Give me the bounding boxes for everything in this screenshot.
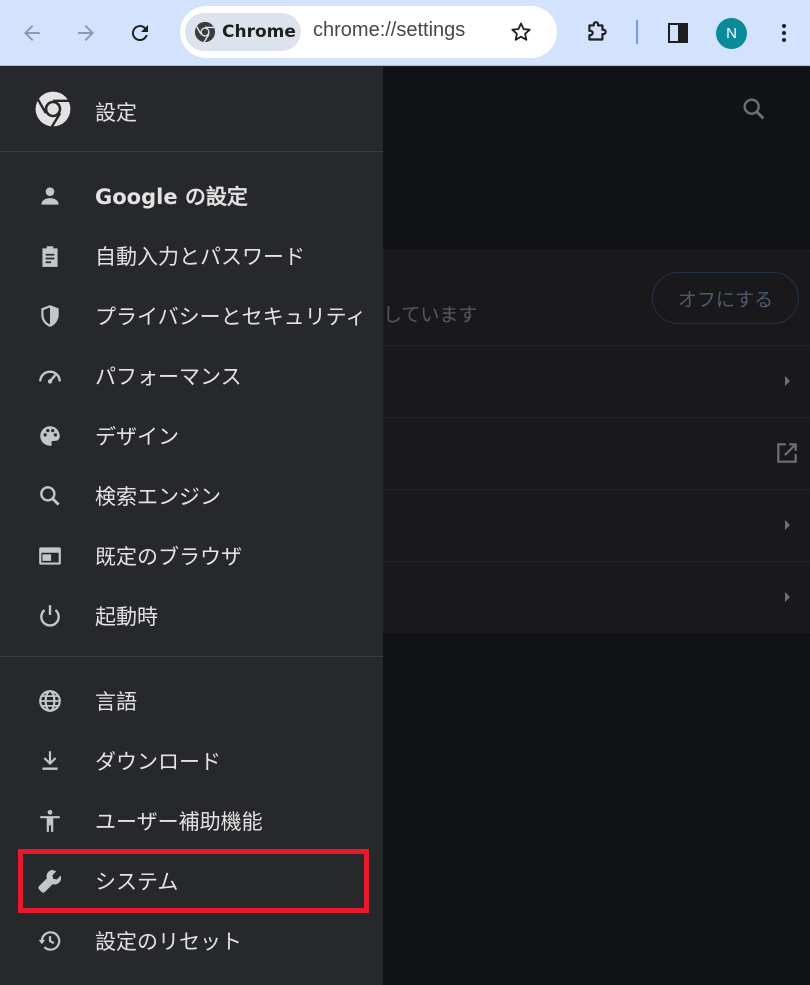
palette-icon bbox=[36, 422, 64, 450]
puzzle-icon bbox=[588, 21, 607, 41]
highlight-box bbox=[18, 849, 369, 913]
nav-label: ユーザー補助機能 bbox=[95, 810, 263, 834]
chrome-logo-icon bbox=[194, 21, 216, 43]
chip-label: Chrome bbox=[222, 22, 296, 42]
bookmark-button[interactable] bbox=[501, 12, 541, 52]
settings-search-button[interactable] bbox=[740, 95, 768, 127]
accessibility-icon bbox=[36, 807, 64, 835]
download-icon bbox=[36, 747, 64, 775]
star-icon bbox=[511, 22, 531, 41]
nav-label: 設定のリセット bbox=[95, 930, 242, 954]
power-icon bbox=[36, 602, 64, 630]
reload-button[interactable] bbox=[120, 13, 160, 53]
url-text[interactable]: chrome://settings bbox=[313, 19, 465, 42]
browser-window-icon bbox=[36, 542, 64, 570]
menu-button[interactable] bbox=[764, 13, 804, 53]
settings-nav-drawer: 設定 Google の設定 自動入力とパスワード プライバシーとセキュリティ パ… bbox=[0, 67, 383, 985]
chrome-logo-icon bbox=[35, 91, 71, 128]
more-vert-icon bbox=[782, 24, 786, 42]
nav-label: デザイン bbox=[95, 425, 179, 449]
nav-item-default-browser[interactable]: 既定のブラウザ bbox=[0, 527, 383, 583]
nav-item-search-engine[interactable]: 検索エンジン bbox=[0, 467, 383, 523]
globe-icon bbox=[36, 687, 64, 715]
chevron-right-icon[interactable] bbox=[782, 589, 794, 605]
arrow-right-icon bbox=[78, 25, 94, 41]
nav-label: 自動入力とパスワード bbox=[95, 245, 305, 269]
row-divider bbox=[383, 561, 810, 562]
nav-label: 既定のブラウザ bbox=[95, 545, 242, 569]
extensions-button[interactable] bbox=[577, 13, 617, 53]
shield-icon bbox=[36, 302, 64, 330]
profile-avatar[interactable]: N bbox=[716, 18, 747, 49]
drawer-header: 設定 bbox=[0, 67, 383, 152]
chrome-chip[interactable]: Chrome bbox=[185, 13, 301, 51]
nav-item-performance[interactable]: パフォーマンス bbox=[0, 347, 383, 403]
chevron-right-icon[interactable] bbox=[782, 373, 794, 389]
forward-button[interactable] bbox=[66, 13, 106, 53]
turn-off-button[interactable]: オフにする bbox=[652, 272, 799, 324]
speedometer-icon bbox=[36, 362, 64, 390]
drawer-title: 設定 bbox=[95, 101, 137, 125]
row-divider bbox=[383, 489, 810, 490]
search-icon bbox=[743, 98, 765, 120]
nav-item-downloads[interactable]: ダウンロード bbox=[0, 732, 383, 788]
status-text: しています bbox=[383, 304, 478, 326]
nav-item-privacy[interactable]: プライバシーとセキュリティ bbox=[0, 287, 383, 343]
person-icon bbox=[36, 182, 64, 210]
nav-label: プライバシーとセキュリティ bbox=[95, 305, 367, 329]
nav-item-appearance[interactable]: デザイン bbox=[0, 407, 383, 463]
nav-item-google[interactable]: Google の設定 bbox=[0, 167, 383, 223]
reload-icon bbox=[131, 25, 148, 42]
browser-toolbar: Chrome chrome://settings N bbox=[0, 0, 810, 66]
history-icon bbox=[36, 927, 64, 955]
nav-item-accessibility[interactable]: ユーザー補助機能 bbox=[0, 792, 383, 848]
row-divider bbox=[383, 345, 810, 346]
side-panel-icon bbox=[668, 23, 688, 43]
nav-item-reset-settings[interactable]: 設定のリセット bbox=[0, 912, 383, 968]
nav-label: Google の設定 bbox=[95, 185, 248, 209]
toolbar-separator bbox=[636, 20, 638, 44]
nav-label: 起動時 bbox=[95, 605, 158, 629]
search-icon bbox=[36, 482, 64, 510]
nav-label: 検索エンジン bbox=[95, 485, 221, 509]
nav-label: 言語 bbox=[95, 690, 137, 714]
back-button[interactable] bbox=[12, 13, 52, 53]
row-divider bbox=[383, 417, 810, 418]
arrow-left-icon bbox=[24, 25, 40, 41]
section-divider bbox=[0, 656, 383, 657]
nav-label: ダウンロード bbox=[95, 750, 221, 774]
nav-label: パフォーマンス bbox=[95, 365, 242, 389]
open-in-new-icon[interactable] bbox=[774, 440, 800, 466]
chevron-right-icon[interactable] bbox=[782, 517, 794, 533]
nav-item-autofill[interactable]: 自動入力とパスワード bbox=[0, 227, 383, 283]
clipboard-icon bbox=[36, 242, 64, 270]
nav-item-languages[interactable]: 言語 bbox=[0, 672, 383, 728]
side-panel-button[interactable] bbox=[658, 13, 698, 53]
address-bar[interactable]: Chrome chrome://settings bbox=[180, 6, 557, 58]
nav-item-on-startup[interactable]: 起動時 bbox=[0, 587, 383, 643]
